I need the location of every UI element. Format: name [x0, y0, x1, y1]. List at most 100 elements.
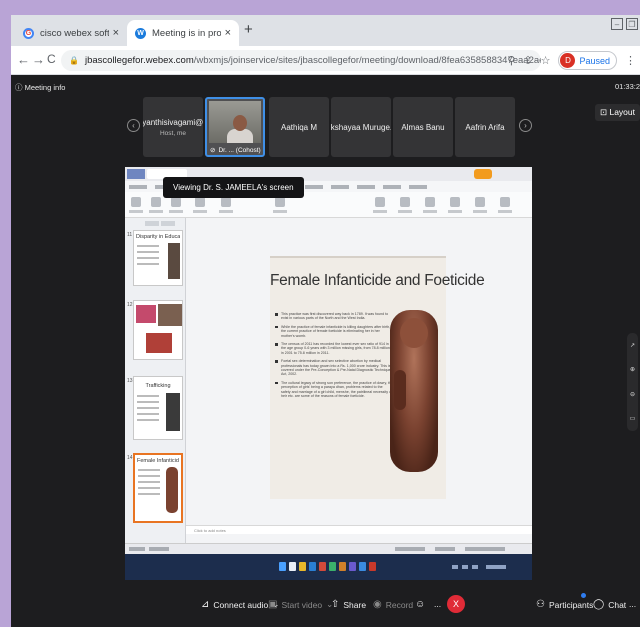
url-domain: jbascollegefor.webex.com — [84, 55, 194, 66]
participant-name: Akshayaa Muruge... — [331, 122, 391, 132]
overflow-button[interactable]: ... — [629, 599, 636, 609]
menu-dots-icon[interactable]: ⋮ — [625, 54, 636, 67]
slide-thumbnail-selected[interactable]: Female Infanticide and Foeticide — [133, 453, 183, 523]
connect-audio-label: Connect audio — [213, 599, 269, 610]
slide-bullet: The cultural legacy of strong son prefer… — [275, 381, 393, 399]
side-toolbar: ↗ ⊕ ⊖ ▭ — [627, 333, 638, 431]
person-head — [233, 115, 247, 131]
reload-icon[interactable]: C — [47, 52, 56, 66]
start-video-button[interactable]: ▣ Start video ⌄ — [268, 599, 333, 610]
profile-button[interactable]: D Paused — [558, 51, 617, 70]
participant-name: Almas Banu — [401, 122, 445, 132]
share-page-icon[interactable]: ⇪ — [523, 54, 532, 67]
sharing-banner: Viewing Dr. S. JAMEELA's screen — [163, 177, 304, 198]
participant-tile[interactable]: jayanthisivagami@... Host, me — [143, 97, 203, 157]
toolbar-actions: ⚲ ⇪ ☆ D Paused ⋮ — [507, 51, 636, 70]
webex-icon: W — [135, 27, 146, 39]
navigation-bar: ← → C 🔒 jbascollegefor.webex.com /wbxmjs… — [11, 46, 640, 75]
participant-tile[interactable]: Almas Banu — [393, 97, 453, 157]
participant-name: Aathiqa M — [280, 122, 318, 132]
restore-icon[interactable]: ❐ — [626, 18, 638, 30]
slide: Female Infanticide and Foeticide This pr… — [270, 256, 485, 499]
tab-webex-meeting[interactable]: W Meeting is in progress... × — [127, 20, 239, 46]
bookmark-star-icon[interactable]: ☆ — [541, 54, 551, 67]
forward-icon[interactable]: → — [32, 52, 45, 67]
meeting-controls: ⊿ Connect audio ⌄ ▣ Start video ⌄ ⇧ Shar… — [11, 591, 640, 623]
lock-icon: 🔒 — [69, 56, 79, 65]
thumbnail-title: Trafficking — [145, 383, 171, 389]
tab-label: Meeting is in progress... — [152, 27, 221, 39]
record-icon: ◉ — [373, 599, 382, 610]
fit-icon[interactable]: ▭ — [630, 415, 636, 422]
end-meeting-button[interactable]: X — [447, 595, 465, 613]
prev-participants-icon[interactable]: ‹ — [127, 119, 140, 132]
layout-label: Layout — [609, 107, 635, 117]
tab-label: cisco webex software - Google S — [40, 27, 109, 39]
notification-dot — [581, 593, 586, 598]
participant-name: jayanthisivagami@... — [143, 117, 203, 127]
close-tab-icon[interactable]: × — [225, 27, 231, 39]
record-label: Record — [385, 599, 414, 610]
participant-role: Host, me — [159, 129, 186, 137]
participant-tile-active[interactable]: ⊘ Dr. ... (Cohost) — [205, 97, 265, 157]
chat-button[interactable]: ◯ Chat — [593, 599, 626, 610]
thumbnail-image — [168, 243, 180, 279]
meeting-info-label: Meeting info — [24, 83, 66, 92]
close-tab-icon[interactable]: × — [113, 27, 119, 39]
slide-title: Female Infanticide and Foeticide — [270, 272, 485, 289]
thumbnail-number: 11 — [127, 232, 133, 238]
chat-label: Chat — [608, 599, 627, 610]
participant-name: Dr. ... (Cohost) — [218, 146, 261, 154]
notes-field[interactable]: Click to add notes — [186, 525, 532, 534]
share-button[interactable]: ⇧ Share — [331, 599, 366, 610]
video-label: ⊘ Dr. ... (Cohost) — [210, 146, 261, 155]
url-path: /wbxmjs/joinservice/sites/jbascollegefor… — [193, 55, 541, 66]
layout-button[interactable]: ⊡ Layout — [594, 104, 640, 121]
thumbnail-number: 12 — [127, 302, 133, 308]
zoom-out-icon[interactable]: ⊖ — [630, 391, 635, 398]
slide-thumbnail[interactable]: Trafficking — [133, 376, 183, 440]
participant-tile[interactable]: Aafrin Arifa — [455, 97, 515, 157]
next-participants-icon[interactable]: › — [519, 119, 532, 132]
reactions-button[interactable]: ☺ — [415, 599, 425, 610]
participant-tile[interactable]: Akshayaa Muruge... — [331, 97, 391, 157]
profile-status: Paused — [579, 55, 610, 66]
pen-icon[interactable]: ↗ — [630, 342, 635, 349]
zoom-in-icon[interactable]: ⊕ — [630, 366, 635, 373]
thumbnail-number: 13 — [127, 378, 133, 384]
address-bar[interactable]: 🔒 jbascollegefor.webex.com /wbxmjs/joins… — [61, 50, 541, 71]
google-icon: G — [23, 27, 34, 39]
minimize-icon[interactable]: – — [611, 18, 623, 30]
tab-google-search[interactable]: G cisco webex software - Google S × — [15, 20, 127, 46]
more-options-button[interactable]: ... — [434, 599, 441, 609]
meeting-info[interactable]: ⓘ Meeting info — [15, 82, 65, 93]
audio-icon: ⊿ — [201, 599, 210, 610]
new-tab-button[interactable]: + — [244, 21, 253, 38]
slide-bullet: This practice was first discovered way b… — [275, 312, 393, 321]
slide-bullet: Foetal sex determination and sex selecti… — [275, 359, 393, 377]
slide-thumbnail[interactable]: Disparity in Education — [133, 230, 183, 286]
share-icon: ⇧ — [331, 599, 340, 610]
zoom-icon[interactable]: ⚲ — [507, 54, 515, 67]
participants-label: Participants — [548, 599, 594, 610]
back-icon[interactable]: ← — [17, 52, 30, 67]
thumbnail-title: Disparity in Education — [136, 234, 180, 240]
slide-thumbnail[interactable] — [133, 300, 183, 360]
avatar: D — [560, 53, 576, 68]
mic-icon: ⊘ — [210, 147, 216, 154]
meeting-timer: 01:33:2 — [614, 82, 640, 91]
slide-image-fetus — [390, 310, 438, 472]
participant-name: Aafrin Arifa — [465, 122, 505, 132]
thumbnail-title: Female Infanticide and Foeticide — [137, 458, 179, 464]
slide-thumbnails-panel: 11 Disparity in Education 12 13 Traffick… — [125, 218, 186, 543]
shared-app-statusbar — [125, 543, 532, 554]
participant-tile[interactable]: Aathiqa M — [269, 97, 329, 157]
slide-canvas: Female Infanticide and Foeticide This pr… — [186, 218, 532, 543]
shared-taskbar — [125, 554, 532, 580]
participants-button[interactable]: ⚇ Participants — [536, 599, 593, 610]
share-label: Share — [343, 599, 367, 610]
shared-screen: 11 Disparity in Education 12 13 Traffick… — [125, 167, 532, 580]
thumbnail-number: 14 — [127, 455, 133, 461]
record-button[interactable]: ◉ Record — [373, 599, 413, 610]
slide-bullet: While the practice of female infanticide… — [275, 325, 393, 338]
